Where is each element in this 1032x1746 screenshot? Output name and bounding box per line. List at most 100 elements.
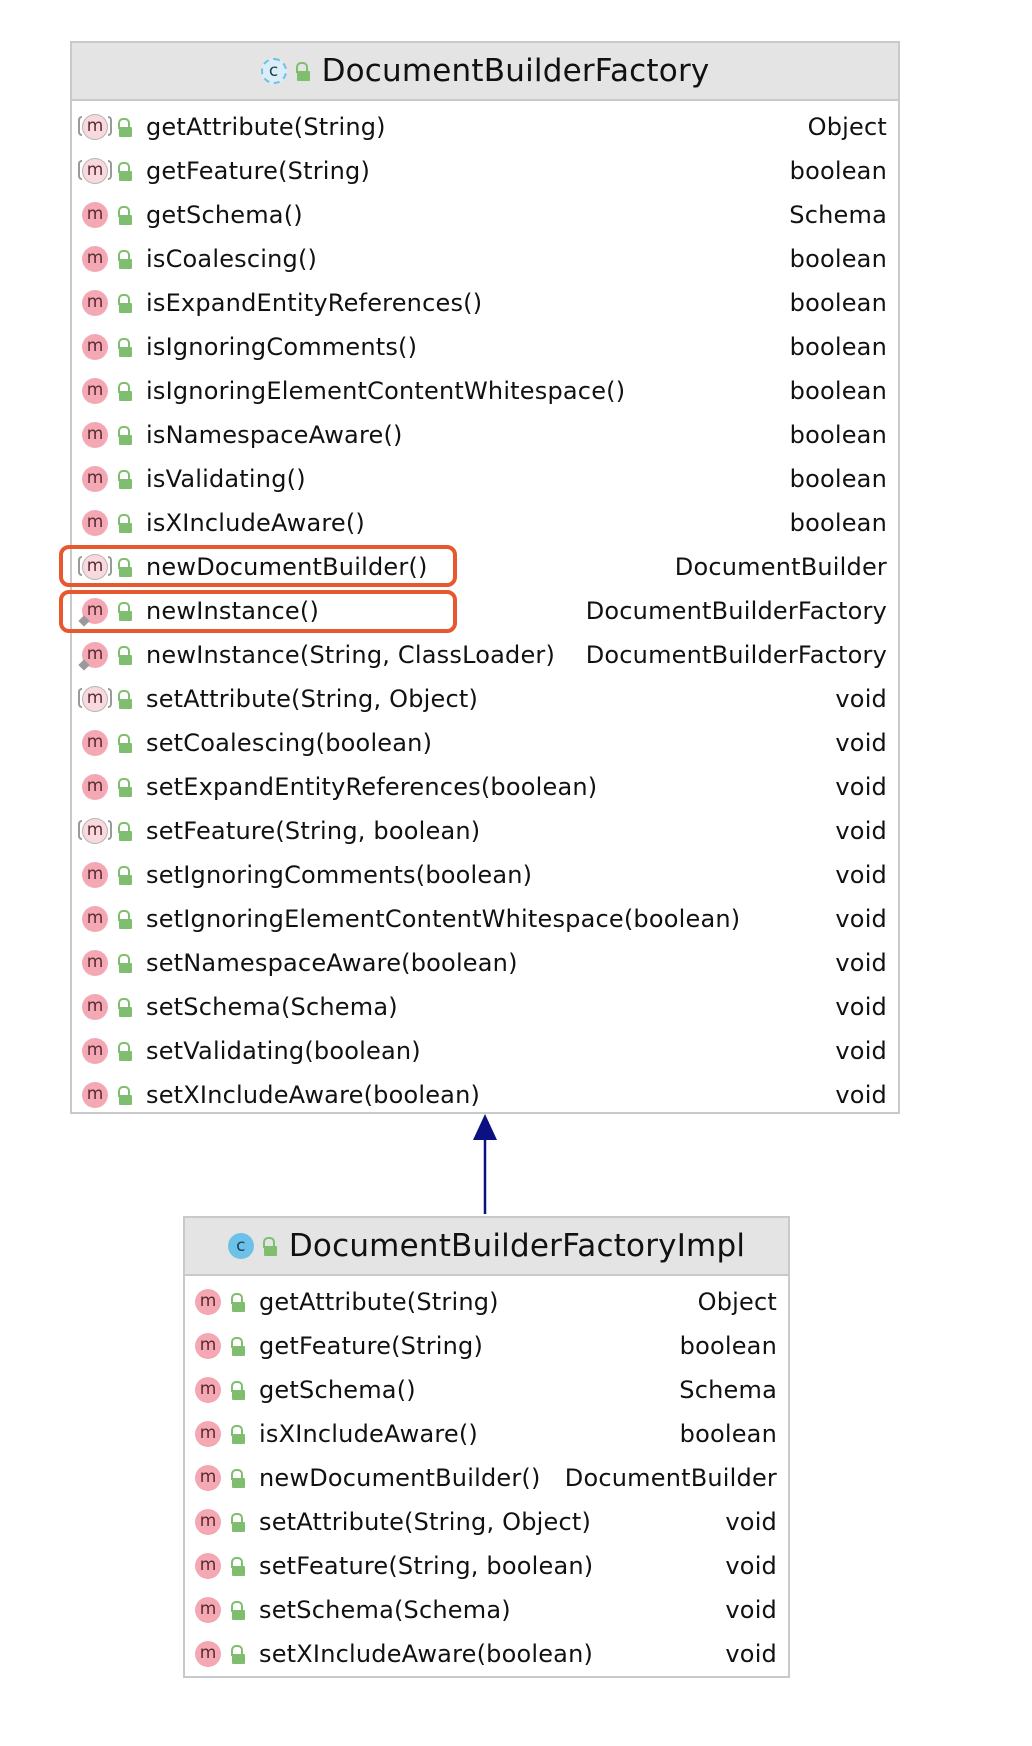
public-lock-icon xyxy=(117,249,132,269)
method-return-type: DocumentBuilder xyxy=(564,1464,777,1492)
static-method-icon: m xyxy=(78,598,108,627)
method-name: setIgnoringComments(boolean) xyxy=(146,861,533,889)
method-row[interactable]: m setFeature(String, boolean) void xyxy=(185,1544,788,1588)
method-row[interactable]: m newDocumentBuilder() DocumentBuilder xyxy=(185,1456,788,1500)
abstract-method-icon: m xyxy=(78,114,112,140)
method-row[interactable]: m setFeature(String, boolean) void xyxy=(72,809,898,853)
method-icon: m xyxy=(82,510,108,536)
public-lock-icon xyxy=(230,1600,245,1620)
public-lock-icon xyxy=(117,733,132,753)
method-return-type: void xyxy=(725,1508,777,1536)
method-icon: m xyxy=(195,1641,221,1667)
method-name: setCoalescing(boolean) xyxy=(146,729,433,757)
method-row[interactable]: m setSchema(Schema) void xyxy=(72,985,898,1029)
method-row[interactable]: m getAttribute(String) Object xyxy=(185,1280,788,1324)
public-lock-icon xyxy=(117,953,132,973)
method-row[interactable]: m setAttribute(String, Object) void xyxy=(185,1500,788,1544)
public-lock-icon xyxy=(230,1556,245,1576)
method-name: isExpandEntityReferences() xyxy=(146,289,483,317)
method-row[interactable]: m setAttribute(String, Object) void xyxy=(72,677,898,721)
method-icon: m xyxy=(82,290,108,316)
method-row[interactable]: m newInstance(String, ClassLoader) Documen… xyxy=(72,633,898,677)
method-name: newDocumentBuilder() xyxy=(146,553,428,581)
method-icon: m xyxy=(82,422,108,448)
class-box-document-builder-factory-impl[interactable]: c DocumentBuilderFactoryImpl m getAttribu… xyxy=(183,1216,790,1678)
method-icon: m xyxy=(82,906,108,932)
method-row[interactable]: m setSchema(Schema) void xyxy=(185,1588,788,1632)
method-return-type: void xyxy=(835,1081,887,1109)
public-lock-icon xyxy=(230,1292,245,1312)
method-return-type: Schema xyxy=(789,201,887,229)
method-row[interactable]: m setIgnoringElementContentWhitespace(boo… xyxy=(72,897,898,941)
public-lock-icon xyxy=(230,1644,245,1664)
public-lock-icon xyxy=(117,161,132,181)
method-icon: m xyxy=(82,994,108,1020)
method-row[interactable]: m getFeature(String) boolean xyxy=(72,149,898,193)
method-icon: m xyxy=(82,202,108,228)
method-icon: m xyxy=(195,1377,221,1403)
method-return-type: void xyxy=(835,949,887,977)
method-row[interactable]: m setNamespaceAware(boolean) void xyxy=(72,941,898,985)
method-return-type: DocumentBuilderFactory xyxy=(585,597,887,625)
method-name: isIgnoringElementContentWhitespace() xyxy=(146,377,626,405)
method-name: getSchema() xyxy=(259,1376,416,1404)
abstract-method-icon: m xyxy=(78,158,112,184)
method-row[interactable]: m setXIncludeAware(boolean) void xyxy=(185,1632,788,1676)
method-return-type: boolean xyxy=(679,1420,777,1448)
public-lock-icon xyxy=(230,1424,245,1444)
method-row[interactable]: m isIgnoringElementContentWhitespace() boo… xyxy=(72,369,898,413)
method-icon: m xyxy=(82,1038,108,1064)
static-marker-icon xyxy=(78,659,90,671)
method-row[interactable]: m isXIncludeAware() boolean xyxy=(72,501,898,545)
method-name: setAttribute(String, Object) xyxy=(259,1508,592,1536)
method-row[interactable]: m setValidating(boolean) void xyxy=(72,1029,898,1073)
public-lock-icon xyxy=(117,425,132,445)
method-icon: m xyxy=(195,1465,221,1491)
method-row[interactable]: m isNamespaceAware() boolean xyxy=(72,413,898,457)
method-row[interactable]: m isIgnoringComments() boolean xyxy=(72,325,898,369)
method-row[interactable]: m isValidating() boolean xyxy=(72,457,898,501)
method-list: m getAttribute(String) Object m getFeature(S… xyxy=(185,1276,788,1676)
method-row[interactable]: m setExpandEntityReferences(boolean) void xyxy=(72,765,898,809)
method-icon: m xyxy=(82,862,108,888)
static-method-icon: m xyxy=(78,642,108,671)
method-return-type: boolean xyxy=(789,289,887,317)
method-row[interactable]: m newDocumentBuilder() DocumentBuilder xyxy=(72,545,898,589)
method-return-type: void xyxy=(835,729,887,757)
method-row[interactable]: m newInstance() DocumentBuilderFactory xyxy=(72,589,898,633)
method-row[interactable]: m setXIncludeAware(boolean) void xyxy=(72,1073,898,1117)
method-name: setIgnoringElementContentWhitespace(bool… xyxy=(146,905,741,933)
method-return-type: DocumentBuilderFactory xyxy=(585,641,887,669)
method-name: isNamespaceAware() xyxy=(146,421,403,449)
public-lock-icon xyxy=(117,1085,132,1105)
method-row[interactable]: m setCoalescing(boolean) void xyxy=(72,721,898,765)
method-name: isValidating() xyxy=(146,465,306,493)
method-row[interactable]: m isXIncludeAware() boolean xyxy=(185,1412,788,1456)
method-row[interactable]: m isCoalescing() boolean xyxy=(72,237,898,281)
method-name: setSchema(Schema) xyxy=(146,993,398,1021)
method-return-type: Schema xyxy=(679,1376,777,1404)
method-row[interactable]: m getAttribute(String) Object xyxy=(72,105,898,149)
method-row[interactable]: m isExpandEntityReferences() boolean xyxy=(72,281,898,325)
class-header: c DocumentBuilderFactoryImpl xyxy=(185,1218,788,1276)
method-icon: m xyxy=(195,1421,221,1447)
public-lock-icon xyxy=(117,1041,132,1061)
public-lock-icon xyxy=(117,469,132,489)
public-lock-icon xyxy=(117,909,132,929)
method-name: setValidating(boolean) xyxy=(146,1037,421,1065)
method-name: setExpandEntityReferences(boolean) xyxy=(146,773,598,801)
method-name: getSchema() xyxy=(146,201,303,229)
method-row[interactable]: m getFeature(String) boolean xyxy=(185,1324,788,1368)
public-lock-icon xyxy=(117,293,132,313)
static-marker-icon xyxy=(78,615,90,627)
method-row[interactable]: m getSchema() Schema xyxy=(72,193,898,237)
method-icon: m xyxy=(195,1553,221,1579)
class-box-document-builder-factory[interactable]: c DocumentBuilderFactory m getAttribute(S… xyxy=(70,41,900,1114)
method-return-type: void xyxy=(835,861,887,889)
method-row[interactable]: m setIgnoringComments(boolean) void xyxy=(72,853,898,897)
method-return-type: boolean xyxy=(789,421,887,449)
method-return-type: void xyxy=(725,1552,777,1580)
method-row[interactable]: m getSchema() Schema xyxy=(185,1368,788,1412)
method-icon: m xyxy=(82,1082,108,1108)
public-lock-icon xyxy=(117,777,132,797)
